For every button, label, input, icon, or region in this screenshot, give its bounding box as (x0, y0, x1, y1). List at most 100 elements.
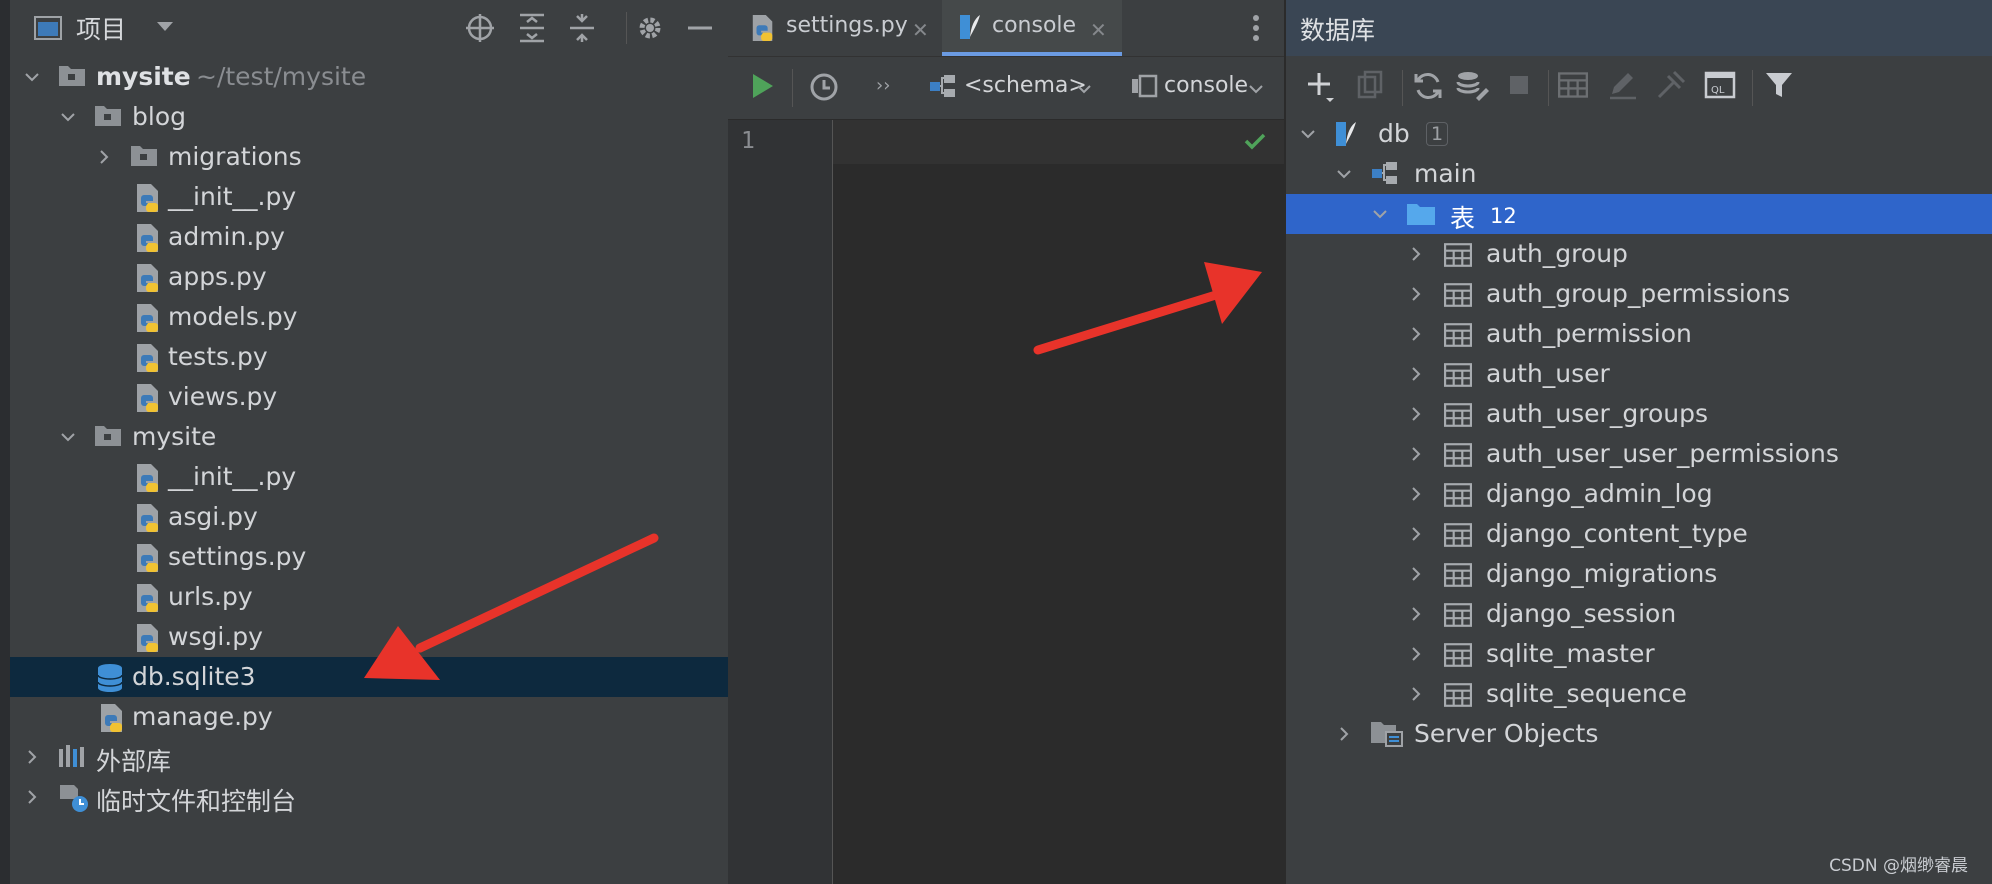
tree-item-label: admin.py (168, 222, 285, 251)
tree-item-label: __init__.py (168, 462, 297, 491)
gear-icon[interactable] (634, 12, 666, 44)
edit-icon[interactable] (1608, 70, 1638, 100)
more-actions[interactable]: ›› (876, 75, 890, 96)
tree-item-file[interactable]: models.py (10, 297, 728, 337)
refresh-icon[interactable] (1412, 70, 1444, 102)
chevron-down-icon[interactable] (1248, 81, 1264, 97)
db-item-main-schema[interactable]: main (1286, 154, 1992, 194)
chevron-right-icon[interactable] (24, 789, 40, 805)
data-source-properties-icon[interactable] (1456, 70, 1490, 102)
tree-item-blog[interactable]: blog (10, 97, 728, 137)
more-vertical-icon[interactable] (1252, 14, 1260, 42)
chevron-down-icon[interactable] (1076, 81, 1092, 97)
table-view-icon[interactable] (1558, 70, 1588, 100)
chevron-down-icon[interactable] (1336, 166, 1352, 182)
chevron-right-icon[interactable] (24, 749, 40, 765)
session-selector[interactable]: console (1164, 73, 1248, 98)
minimize-icon[interactable] (686, 12, 714, 44)
db-item-table[interactable]: django_content_type (1286, 514, 1992, 554)
tree-item-migrations[interactable]: migrations (10, 137, 728, 177)
chevron-right-icon[interactable] (1408, 366, 1424, 382)
db-item-table[interactable]: django_migrations (1286, 554, 1992, 594)
table-icon (1444, 482, 1472, 508)
db-item-table[interactable]: sqlite_master (1286, 634, 1992, 674)
db-item-table[interactable]: auth_user (1286, 354, 1992, 394)
chevron-down-icon[interactable] (24, 69, 40, 85)
package-folder-icon (94, 423, 122, 447)
tree-item-file[interactable]: urls.py (10, 577, 728, 617)
chevron-right-icon[interactable] (1408, 606, 1424, 622)
line-number: 1 (741, 128, 755, 154)
tree-item-file[interactable]: asgi.py (10, 497, 728, 537)
play-icon[interactable] (750, 71, 776, 101)
tree-item-file[interactable]: __init__.py (10, 457, 728, 497)
tree-item-label: views.py (168, 382, 278, 411)
db-item-label: auth_user_groups (1486, 399, 1708, 428)
tab-settings-py[interactable]: settings.py ✕ (728, 0, 940, 56)
current-line-highlight[interactable] (833, 120, 1284, 164)
chevron-right-icon[interactable] (1408, 446, 1424, 462)
db-item-table[interactable]: auth_permission (1286, 314, 1992, 354)
db-item-label: django_session (1486, 599, 1677, 628)
chevron-right-icon[interactable] (1408, 486, 1424, 502)
add-icon[interactable] (1306, 70, 1336, 104)
chevron-right-icon[interactable] (1336, 726, 1352, 742)
chevron-right-icon[interactable] (1408, 406, 1424, 422)
locate-icon[interactable] (464, 12, 496, 44)
tree-item-label: manage.py (132, 702, 273, 731)
collapse-all-icon[interactable] (566, 12, 598, 44)
schema-selector[interactable]: <schema> (964, 73, 1087, 98)
tree-item-mysite-root[interactable]: mysite ~/test/mysite (10, 57, 728, 97)
tree-item-file[interactable]: views.py (10, 377, 728, 417)
tree-item-label: blog (132, 102, 186, 131)
chevron-down-icon[interactable] (60, 429, 76, 445)
tree-item-file[interactable]: __init__.py (10, 177, 728, 217)
tree-item-db-sqlite3[interactable]: db.sqlite3 (10, 657, 728, 697)
tree-item-file[interactable]: tests.py (10, 337, 728, 377)
project-title[interactable]: 项目 (76, 10, 126, 46)
db-item-table[interactable]: django_session (1286, 594, 1992, 634)
chevron-down-icon[interactable] (1300, 126, 1316, 142)
tree-item-mysite-package[interactable]: mysite (10, 417, 728, 457)
chevron-down-icon[interactable] (1372, 206, 1388, 222)
jump-to-icon[interactable] (1656, 70, 1686, 100)
caret-down-icon[interactable] (156, 20, 174, 34)
tree-item-file[interactable]: manage.py (10, 697, 728, 737)
duplicate-icon[interactable] (1356, 70, 1386, 102)
chevron-right-icon[interactable] (1408, 646, 1424, 662)
db-item-label: main (1414, 159, 1477, 188)
tree-item-file[interactable]: wsgi.py (10, 617, 728, 657)
python-file-icon (134, 303, 162, 333)
chevron-right-icon[interactable] (1408, 326, 1424, 342)
tab-console[interactable]: console ✕ (942, 0, 1122, 56)
db-item-db[interactable]: db 1 (1286, 114, 1992, 154)
chevron-right-icon[interactable] (96, 149, 112, 165)
db-item-table[interactable]: django_admin_log (1286, 474, 1992, 514)
db-item-table[interactable]: auth_group_permissions (1286, 274, 1992, 314)
close-icon[interactable]: ✕ (1090, 18, 1107, 42)
chevron-right-icon[interactable] (1408, 566, 1424, 582)
chevron-down-icon[interactable] (60, 109, 76, 125)
tree-item-file[interactable]: admin.py (10, 217, 728, 257)
tree-item-scratches[interactable]: 临时文件和控制台 (10, 777, 728, 817)
db-item-table[interactable]: auth_user_groups (1286, 394, 1992, 434)
chevron-right-icon[interactable] (1408, 246, 1424, 262)
chevron-right-icon[interactable] (1408, 286, 1424, 302)
db-item-label: django_content_type (1486, 519, 1748, 548)
expand-all-icon[interactable] (516, 12, 548, 44)
tree-item-external-libraries[interactable]: 外部库 (10, 737, 728, 777)
chevron-right-icon[interactable] (1408, 686, 1424, 702)
stop-icon[interactable] (1504, 70, 1534, 100)
tree-item-file[interactable]: apps.py (10, 257, 728, 297)
funnel-icon[interactable] (1764, 70, 1794, 100)
db-item-tables[interactable]: 表 12 (1286, 194, 1992, 234)
clock-icon[interactable] (808, 71, 840, 103)
chevron-right-icon[interactable] (1408, 526, 1424, 542)
db-item-table[interactable]: sqlite_sequence (1286, 674, 1992, 714)
db-item-table[interactable]: auth_group (1286, 234, 1992, 274)
tree-item-file[interactable]: settings.py (10, 537, 728, 577)
db-item-server-objects[interactable]: Server Objects (1286, 714, 1992, 754)
close-icon[interactable]: ✕ (912, 18, 929, 42)
db-item-table[interactable]: auth_user_user_permissions (1286, 434, 1992, 474)
query-console-icon[interactable]: QL (1704, 70, 1736, 100)
